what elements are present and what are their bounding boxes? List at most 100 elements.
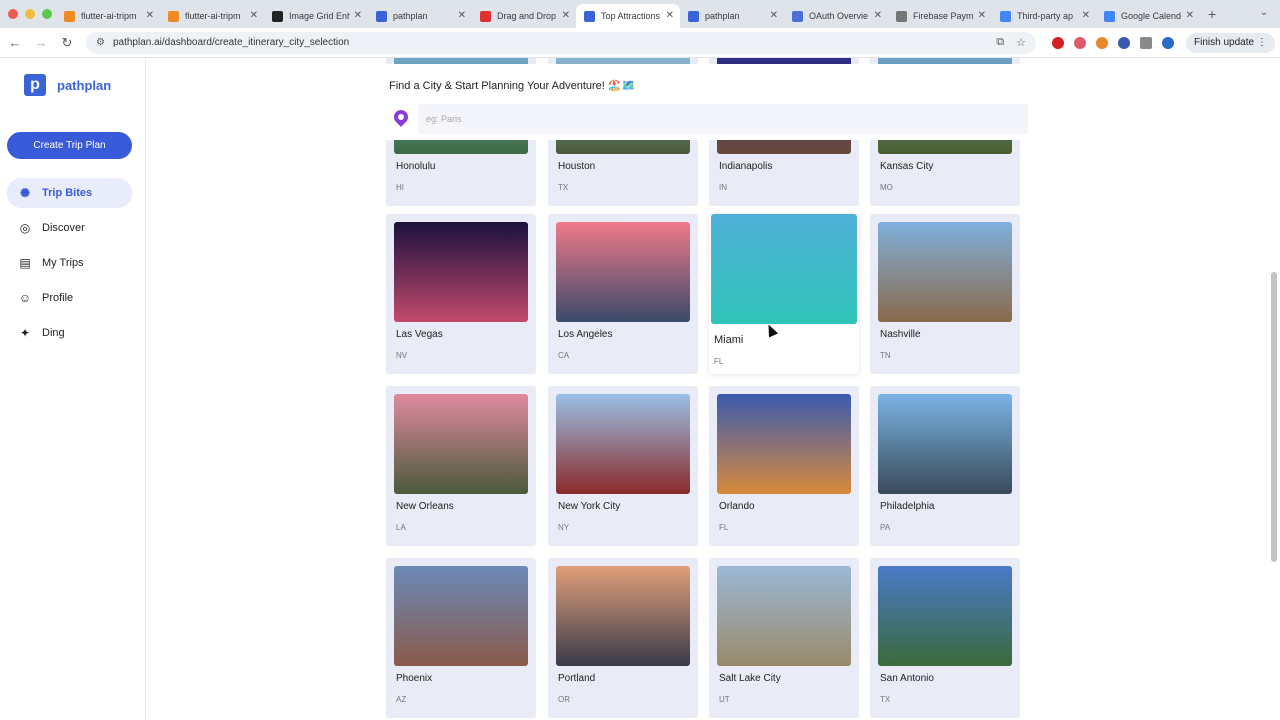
city-photo: [711, 214, 857, 324]
browser-tab[interactable]: pathplan ✕: [680, 4, 784, 28]
city-search-panel: Find a City & Start Planning Your Advent…: [378, 64, 1042, 140]
city-state: HI: [396, 183, 404, 192]
brand-logo[interactable]: p pathplan: [24, 74, 111, 96]
create-trip-plan-button[interactable]: Create Trip Plan: [7, 132, 132, 159]
extensions-puzzle-icon[interactable]: [1140, 36, 1152, 49]
tab-title: pathplan: [393, 11, 428, 21]
extensions-area: [1052, 36, 1174, 49]
reload-icon[interactable]: ↻: [56, 35, 78, 51]
profile-avatar-icon[interactable]: [1162, 36, 1174, 49]
city-card[interactable]: Salt Lake City UT: [709, 558, 859, 718]
sidebar-item-label: Profile: [42, 292, 74, 304]
city-card[interactable]: New York City NY: [548, 386, 698, 546]
tab-favicon-icon: [584, 10, 595, 22]
extension-blue-icon[interactable]: [1118, 36, 1130, 49]
tab-close-icon[interactable]: ✕: [146, 10, 154, 21]
back-icon[interactable]: ←: [4, 35, 26, 50]
city-state: NV: [396, 351, 408, 360]
city-photo: [878, 394, 1012, 494]
extension-red-icon[interactable]: [1052, 36, 1064, 49]
tab-favicon-icon: [688, 10, 699, 22]
install-app-icon[interactable]: ⧉: [996, 36, 1004, 49]
city-card[interactable]: Los Angeles CA: [548, 214, 698, 374]
tab-close-icon[interactable]: ✕: [354, 10, 362, 21]
browser-tab[interactable]: Drag and Drop ✕: [472, 4, 576, 28]
forward-icon[interactable]: →: [30, 35, 52, 50]
city-name: Miami: [714, 334, 744, 346]
tab-close-icon[interactable]: ✕: [250, 10, 258, 21]
sidebar-item-discover[interactable]: ◎ Discover: [7, 213, 132, 243]
tab-favicon-icon: [1000, 10, 1011, 22]
city-card[interactable]: Phoenix AZ: [386, 558, 536, 718]
city-search-input[interactable]: [418, 104, 1028, 134]
maximize-window-icon[interactable]: [42, 9, 52, 19]
tab-favicon-icon: [64, 10, 75, 22]
tab-close-icon[interactable]: ✕: [978, 10, 986, 21]
sidebar-item-my-trips[interactable]: ▤ My Trips: [7, 248, 132, 278]
sidebar-item-profile[interactable]: ☺ Profile: [7, 283, 132, 313]
sidebar-item-ding[interactable]: ✦ Ding: [7, 318, 132, 348]
url-text: pathplan.ai/dashboard/create_itinerary_c…: [112, 37, 350, 48]
city-card[interactable]: San Antonio TX: [870, 558, 1020, 718]
city-name: Phoenix: [396, 673, 433, 684]
url-bar[interactable]: ⚙ pathplan.ai/dashboard/create_itinerary…: [86, 31, 1036, 54]
city-card[interactable]: Miami FL: [709, 214, 859, 374]
browser-tab[interactable]: Firebase Paym ✕: [888, 4, 992, 28]
sidebar-nav: ✺ Trip Bites ◎ Discover ▤ My Trips ☺ Profile ✦ Di…: [7, 178, 132, 353]
browser-tab[interactable]: Image Grid Enh ✕: [264, 4, 368, 28]
minimize-window-icon[interactable]: [25, 9, 35, 19]
city-card[interactable]: Orlando FL: [709, 386, 859, 546]
city-state: PA: [880, 523, 891, 532]
sparkle-icon: ✺: [19, 186, 31, 200]
pathplan-logo-icon: p: [24, 74, 46, 96]
city-name: San Antonio: [880, 673, 934, 684]
sidebar-item-trip-bites[interactable]: ✺ Trip Bites: [7, 178, 132, 208]
browser-tab[interactable]: OAuth Overvie ✕: [784, 4, 888, 28]
page-scrollbar[interactable]: [1271, 272, 1277, 562]
tab-title: Firebase Paym: [913, 11, 974, 21]
browser-tab[interactable]: Third-party ap ✕: [992, 4, 1096, 28]
site-info-icon[interactable]: ⚙: [96, 37, 105, 48]
sidebar: p pathplan Create Trip Plan ✺ Trip Bites ◎…: [0, 58, 146, 720]
finish-update-button[interactable]: Finish update ⋮: [1186, 32, 1275, 53]
browser-tab[interactable]: Top Attractions ✕: [576, 4, 680, 28]
tab-close-icon[interactable]: ✕: [458, 10, 466, 21]
city-card[interactable]: Portland OR: [548, 558, 698, 718]
city-card[interactable]: Nashville TN: [870, 214, 1020, 374]
bookmark-star-icon[interactable]: ☆: [1016, 36, 1026, 49]
tab-close-icon[interactable]: ✕: [770, 10, 778, 21]
browser-tab[interactable]: pathplan ✕: [368, 4, 472, 28]
city-grid: San Antonio TX Salt Lake City UT Portland OR P…: [146, 58, 1270, 720]
city-name: Orlando: [719, 501, 755, 512]
tab-close-icon[interactable]: ✕: [1082, 10, 1090, 21]
city-name: Salt Lake City: [719, 673, 781, 684]
tab-favicon-icon: [896, 10, 907, 22]
new-tab-button[interactable]: +: [1208, 2, 1216, 26]
city-state: TX: [880, 695, 891, 704]
tab-close-icon[interactable]: ✕: [874, 10, 882, 21]
address-toolbar: ← → ↻ ⚙ pathplan.ai/dashboard/create_iti…: [0, 28, 1280, 58]
tab-title: pathplan: [705, 11, 740, 21]
city-name: Honolulu: [396, 161, 436, 172]
tab-title: Image Grid Enh: [289, 11, 350, 21]
tab-search-icon[interactable]: ⌄: [1260, 7, 1268, 18]
tab-close-icon[interactable]: ✕: [562, 10, 570, 21]
city-card[interactable]: Las Vegas NV: [386, 214, 536, 374]
city-state: MO: [880, 183, 893, 192]
tab-title: flutter-ai-tripm: [185, 11, 241, 21]
tab-title: OAuth Overvie: [809, 11, 869, 21]
city-photo: [556, 222, 690, 322]
browser-tab[interactable]: flutter-ai-tripm ✕: [160, 4, 264, 28]
sidebar-item-label: Trip Bites: [42, 187, 93, 199]
city-card[interactable]: Philadelphia PA: [870, 386, 1020, 546]
brand-name: pathplan: [57, 77, 112, 93]
city-card[interactable]: New Orleans LA: [386, 386, 536, 546]
browser-tab[interactable]: flutter-ai-tripm ✕: [56, 4, 160, 28]
extension-fox-icon[interactable]: [1096, 36, 1108, 49]
tab-close-icon[interactable]: ✕: [1186, 10, 1194, 21]
close-window-icon[interactable]: [8, 9, 18, 19]
tab-title: Google Calend: [1121, 11, 1182, 21]
browser-tab[interactable]: Google Calend ✕: [1096, 4, 1200, 28]
extension-pink-icon[interactable]: [1074, 36, 1086, 49]
tab-close-icon[interactable]: ✕: [666, 10, 674, 21]
